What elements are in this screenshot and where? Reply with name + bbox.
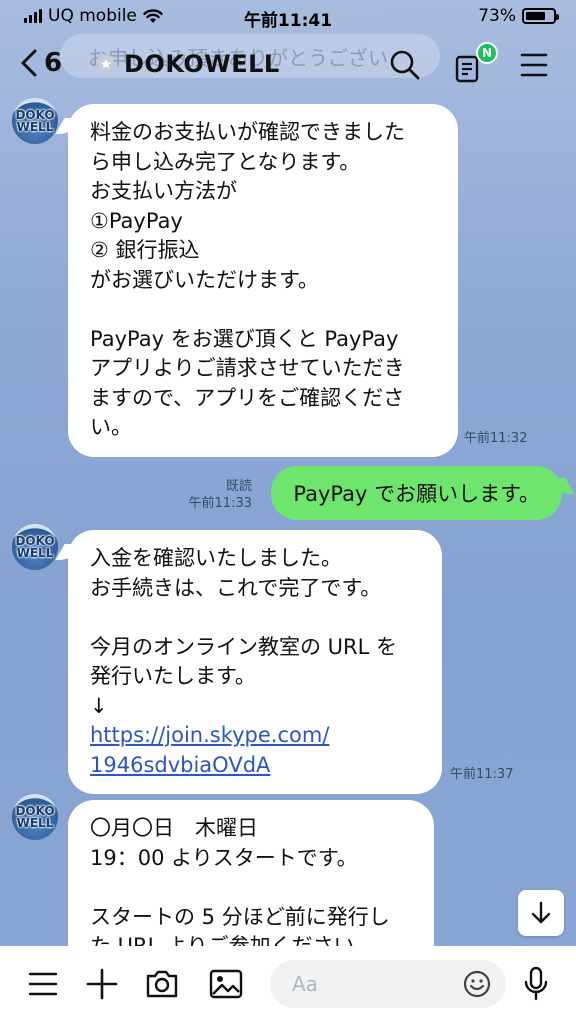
- message-line: 発行いたします。: [90, 664, 256, 688]
- message-line: 入金を確認いたしました。: [90, 546, 342, 570]
- avatar[interactable]: DOKO WELL: [12, 524, 58, 570]
- message-line: ら申し込み完了となります。: [90, 149, 361, 174]
- notification-badge: N: [476, 42, 498, 64]
- notification-badge-text: N: [481, 46, 493, 60]
- avatar[interactable]: DOKO WELL: [12, 794, 58, 840]
- camera-icon[interactable]: [144, 968, 180, 1000]
- message-line: がお選びいただけます。: [90, 267, 319, 292]
- chat-header: お申し込み頂きありがとうござい 6 DOKOWELL N: [0, 34, 576, 96]
- message-text: PayPay でお願いします。: [293, 482, 540, 506]
- read-receipt: 既読: [225, 479, 252, 494]
- message-bubble-incoming[interactable]: 料金のお支払いが確認できました ら申し込み完了となります。 お支払い方法が ①P…: [68, 104, 458, 457]
- chat-title-text: DOKOWELL: [124, 50, 280, 78]
- message-line: ①PayPay: [90, 208, 183, 233]
- message-line: お手続きは、これで完了です。: [90, 575, 382, 600]
- notes-button[interactable]: N: [454, 42, 498, 88]
- message-line: お支払い方法が: [90, 179, 237, 203]
- message-time: 午前11:37: [450, 767, 514, 782]
- emoji-icon[interactable]: [462, 969, 492, 999]
- battery-percent: 73%: [478, 6, 516, 26]
- message-line: ↓: [90, 693, 108, 718]
- message-line: 今月のオンライン教室の URL を: [90, 634, 398, 659]
- message-line: スタートの 5 分ほど前に発行し: [90, 904, 390, 929]
- skype-link[interactable]: https://join.skype.com/: [90, 721, 420, 751]
- chat-title[interactable]: DOKOWELL: [96, 50, 280, 78]
- skype-link-continued[interactable]: 1946sdvbiaOVdA: [90, 751, 420, 781]
- message-bubble-outgoing[interactable]: PayPay でお願いします。: [271, 466, 562, 520]
- chevron-left-icon: [21, 49, 37, 77]
- message-line: PayPay をお選び頂くと PayPay: [90, 326, 399, 351]
- back-button[interactable]: 6: [20, 48, 62, 78]
- message-line: ② 銀行振込: [90, 238, 200, 262]
- plus-icon[interactable]: [86, 968, 118, 1000]
- search-icon[interactable]: [388, 48, 422, 82]
- image-icon[interactable]: [208, 968, 244, 1000]
- message-time: 午前11:33: [188, 496, 252, 511]
- status-right: 73%: [478, 6, 559, 26]
- scroll-to-bottom-button[interactable]: [518, 890, 564, 936]
- message-line: 〇月〇日 木曜日: [90, 816, 258, 840]
- message-line: [90, 603, 420, 633]
- message-composer-bar: [0, 946, 576, 1024]
- message-meta-outgoing: 既読 午前11:33: [182, 478, 252, 512]
- avatar-text-2: WELL: [16, 120, 54, 134]
- message-input-wrapper[interactable]: [270, 960, 506, 1008]
- message-line: ますので、アプリをご確認くださ: [90, 385, 405, 410]
- arrow-down-icon: [531, 901, 551, 924]
- message-bubble-incoming[interactable]: 入金を確認いたしました。 お手続きは、これで完了です。 今月のオンライン教室の …: [68, 530, 442, 794]
- message-line: い。: [90, 415, 132, 439]
- message-line: アプリよりご請求させていただき: [90, 356, 405, 380]
- avatar-text-2: WELL: [16, 816, 54, 830]
- avatar-text-2: WELL: [16, 546, 54, 560]
- menu-icon[interactable]: [520, 52, 548, 78]
- menu-lines-icon[interactable]: [28, 970, 58, 998]
- message-line: 料金のお支払いが確認できました: [90, 120, 405, 144]
- microphone-icon[interactable]: [522, 966, 550, 1002]
- message-line: [90, 873, 412, 903]
- battery-icon: [522, 8, 559, 24]
- message-line: 19：00 よりスタートです。: [90, 845, 358, 870]
- status-bar: UQ mobile 午前11:41 73%: [0, 0, 576, 32]
- message-time: 午前11:32: [464, 431, 528, 446]
- unread-count: 6: [44, 48, 63, 78]
- message-bubble-incoming[interactable]: 〇月〇日 木曜日 19：00 よりスタートです。 スタートの 5 分ほど前に発行…: [68, 800, 434, 960]
- message-input[interactable]: [292, 972, 442, 996]
- avatar[interactable]: DOKO WELL: [12, 98, 58, 144]
- official-shield-icon: [98, 54, 114, 74]
- message-line: [90, 295, 436, 325]
